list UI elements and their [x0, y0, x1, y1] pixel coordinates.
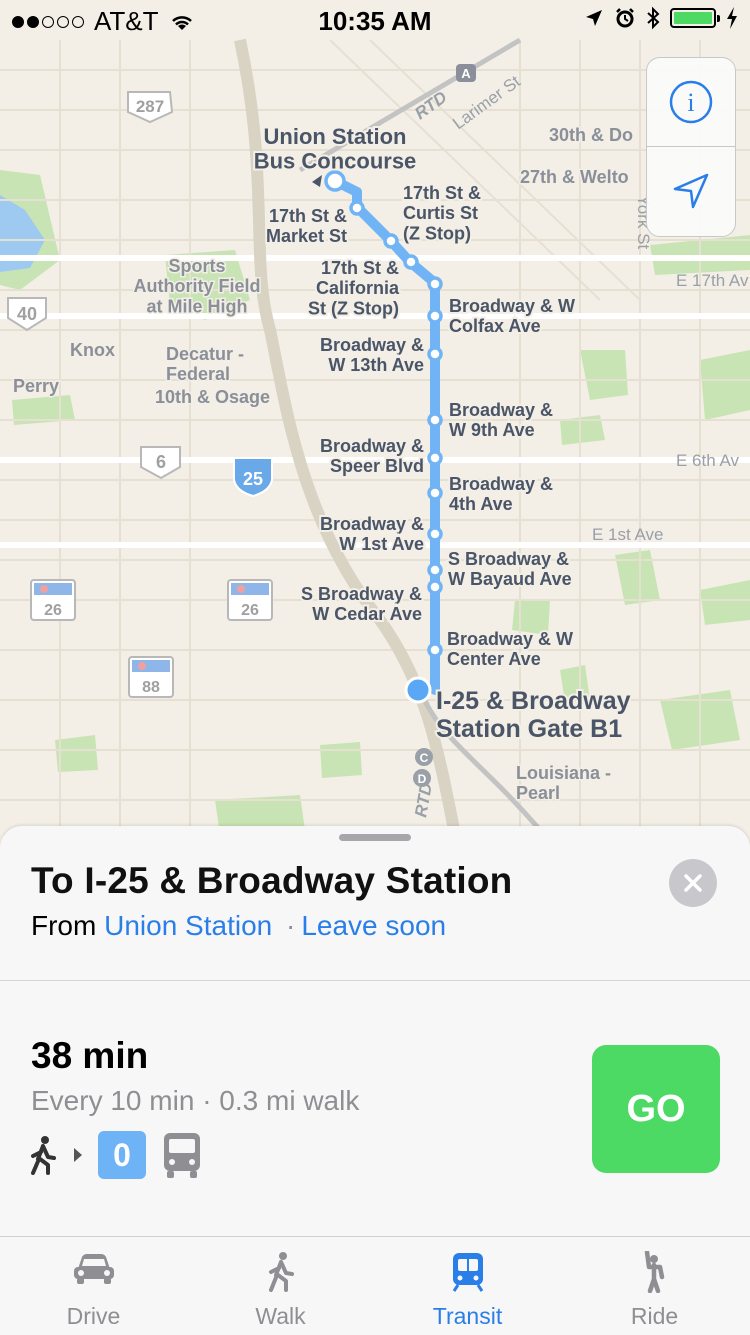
co-26-shield-west: 26	[30, 579, 76, 621]
route-stop	[427, 308, 443, 324]
close-button[interactable]	[669, 859, 717, 907]
line-marker-d: D	[413, 769, 431, 787]
svg-text:88: 88	[142, 679, 160, 696]
route-stop	[427, 526, 443, 542]
origin-label: Union Station Bus Concourse	[254, 124, 417, 174]
osage-label: 10th & Osage	[155, 387, 270, 407]
destination-title: To I-25 & Broadway Station	[31, 860, 513, 901]
battery-icon	[670, 8, 720, 28]
stop-label-cedar: S Broadway & W Cedar Ave	[301, 584, 422, 624]
i-25-shield: 25	[233, 457, 273, 498]
detail-separator: ·	[202, 1085, 212, 1116]
perry-label: Perry	[13, 376, 59, 396]
tab-transit[interactable]: Transit	[374, 1237, 561, 1335]
svg-text:40: 40	[17, 304, 37, 324]
svg-text:287: 287	[136, 97, 164, 116]
tab-label: Drive	[66, 1303, 121, 1329]
e6-label: E 6th Av	[676, 451, 740, 470]
line-marker-c: C	[415, 748, 433, 766]
go-button[interactable]: GO	[592, 1045, 720, 1173]
sheet-grabber[interactable]	[339, 834, 411, 841]
svg-text:26: 26	[241, 602, 259, 619]
info-icon: i	[669, 80, 713, 124]
car-icon	[73, 1254, 114, 1284]
tab-bar: Drive Walk Transit Ride	[0, 1236, 750, 1335]
stop-label-speer: Broadway & Speer Blvd	[320, 436, 424, 476]
stop-label-17th-market: 17th St & Market St	[266, 206, 347, 246]
info-button[interactable]: i	[647, 58, 735, 146]
stop-label-bayaud: S Broadway & W Bayaud Ave	[448, 549, 572, 589]
svg-text:A: A	[461, 66, 471, 81]
charging-bolt-icon	[727, 7, 737, 29]
leave-time-link[interactable]: Leave soon	[301, 910, 446, 941]
destination-label: I-25 & Broadway Station Gate B1	[436, 687, 631, 743]
status-bar: AT&T 10:35 AM	[0, 0, 750, 40]
route-stop	[427, 412, 443, 428]
destination-pin	[404, 676, 432, 704]
co-26-shield-east: 26	[227, 579, 273, 621]
svg-text:26: 26	[44, 602, 62, 619]
stop-label-17th-california: 17th St & California St (Z Stop)	[308, 258, 400, 318]
current-location-button[interactable]	[647, 147, 735, 235]
route-stop	[427, 562, 443, 578]
from-label: From	[31, 910, 97, 941]
transit-icon	[452, 1253, 483, 1292]
route-stop	[427, 579, 443, 595]
walk-icon	[268, 1252, 294, 1292]
route-stop	[427, 642, 443, 658]
route-stop	[427, 485, 443, 501]
transit-map[interactable]: Union Station Bus Concourse 17th St & Mark…	[0, 0, 750, 860]
walk-icon	[31, 1136, 56, 1175]
stop-label-17th-curtis: 17th St & Curtis St (Z Stop)	[403, 183, 481, 243]
tab-drive[interactable]: Drive	[0, 1237, 187, 1335]
line-marker-a: A	[456, 64, 476, 82]
transit-line-badge: 0	[98, 1131, 146, 1179]
route-stop	[383, 233, 399, 249]
route-stop	[427, 346, 443, 362]
route-detail: Every 10 min · 0.3 mi walk	[31, 1085, 359, 1117]
svg-text:25: 25	[243, 469, 263, 489]
route-stop	[403, 254, 419, 270]
st30-label: 30th & Do	[549, 125, 633, 145]
tab-label: Walk	[255, 1303, 306, 1329]
route-steps: 0	[28, 1130, 204, 1180]
knox-label: Knox	[70, 340, 115, 360]
route-duration: 38 min	[31, 1035, 149, 1076]
svg-text:D: D	[418, 772, 427, 786]
route-origin-line: From Union Station · Leave soon	[31, 910, 446, 942]
location-arrow-icon	[586, 10, 602, 26]
alarm-icon	[616, 8, 634, 28]
route-stop	[427, 276, 443, 292]
chevron-right-icon	[74, 1148, 82, 1162]
tab-label: Ride	[630, 1303, 679, 1329]
e1-label: E 1st Ave	[592, 525, 664, 544]
bluetooth-icon	[647, 6, 660, 30]
svg-text:6: 6	[156, 452, 166, 472]
tab-walk[interactable]: Walk	[187, 1237, 374, 1335]
tab-label: Transit	[432, 1303, 503, 1329]
tab-ride[interactable]: Ride	[561, 1237, 748, 1335]
separator-dot: ·	[286, 910, 296, 941]
st27-label: 27th & Welto	[520, 167, 629, 187]
route-stop	[324, 170, 346, 192]
route-stop	[427, 450, 443, 466]
ride-hail-icon	[644, 1251, 664, 1293]
location-arrow-icon	[673, 173, 709, 209]
status-right	[584, 6, 738, 30]
map-controls: i	[646, 57, 736, 237]
origin-link[interactable]: Union Station	[104, 910, 272, 941]
route-frequency: Every 10 min	[31, 1085, 195, 1116]
route-walk-distance: 0.3 mi walk	[219, 1085, 360, 1116]
co-88-shield: 88	[128, 656, 174, 698]
close-icon	[684, 874, 702, 892]
svg-text:i: i	[687, 88, 694, 117]
sheet-divider	[0, 980, 750, 981]
route-stop	[349, 200, 365, 216]
e17-label: E 17th Av	[676, 271, 749, 290]
bus-icon	[164, 1133, 200, 1178]
stop-label-13th: Broadway & W 13th Ave	[320, 335, 424, 375]
svg-text:C: C	[420, 751, 429, 765]
